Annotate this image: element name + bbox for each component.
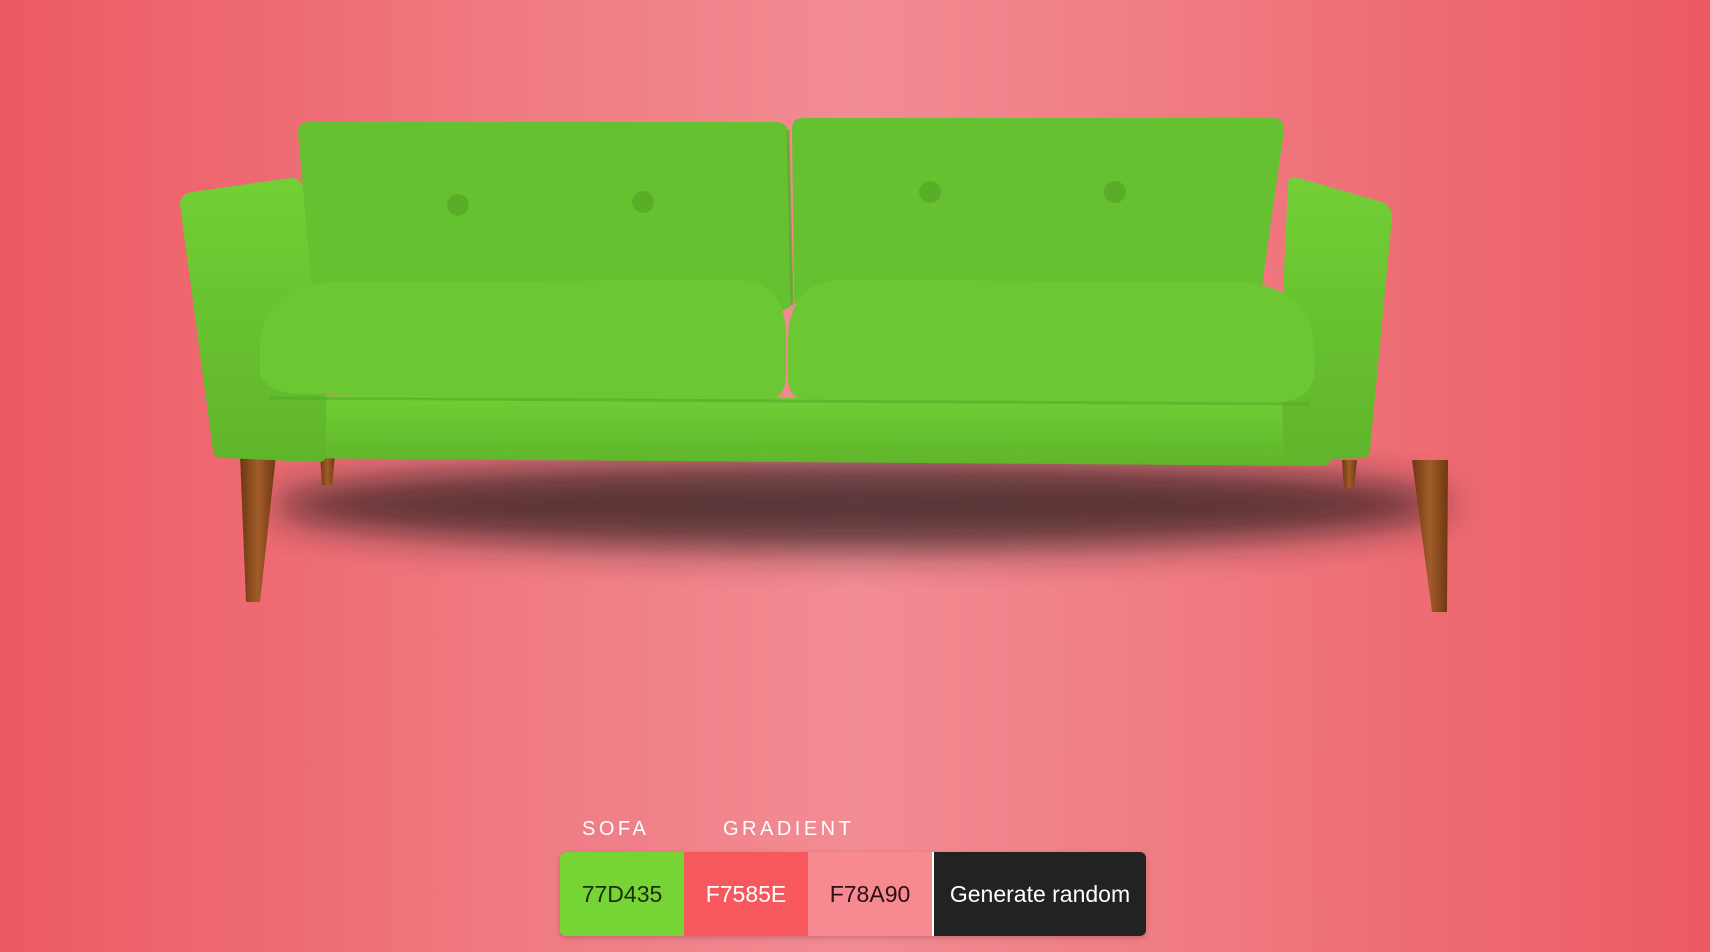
sofa-illustration [180, 110, 1530, 630]
sofa-leg-front-left [240, 455, 276, 602]
gradient-end-swatch[interactable]: F78A90 [808, 852, 932, 936]
sofa-base [255, 395, 1330, 466]
sofa-seat-cushion-right [788, 280, 1314, 402]
swatch-bar: 77D435 F7585E F78A90 Generate random [560, 852, 1146, 936]
sofa-label: SOFA [582, 818, 650, 840]
gradient-start-swatch[interactable]: F7585E [684, 852, 808, 936]
sofa-back-cushion-right [792, 118, 1284, 308]
sofa-shadow [270, 460, 1450, 550]
gradient-end-value: F78A90 [829, 880, 911, 907]
sofa-color-swatch[interactable]: 77D435 [560, 852, 684, 936]
generate-random-button[interactable]: Generate random [932, 852, 1146, 936]
sofa-tuft-button [919, 181, 941, 203]
control-labels: SOFA GRADIENT [560, 818, 1146, 844]
color-controls: SOFA GRADIENT 77D435 F7585E F78A90 Gener… [560, 818, 1146, 936]
gradient-label: GRADIENT [723, 818, 855, 840]
sofa-seat-cushion-left [260, 280, 786, 402]
sofa-tuft-button [447, 194, 469, 216]
sofa-color-value: 77D435 [581, 880, 663, 907]
sofa-leg-front-right [1412, 460, 1448, 612]
gradient-start-value: F7585E [705, 880, 787, 907]
sofa-tuft-button [632, 191, 654, 213]
sofa-tuft-button [1104, 181, 1126, 203]
